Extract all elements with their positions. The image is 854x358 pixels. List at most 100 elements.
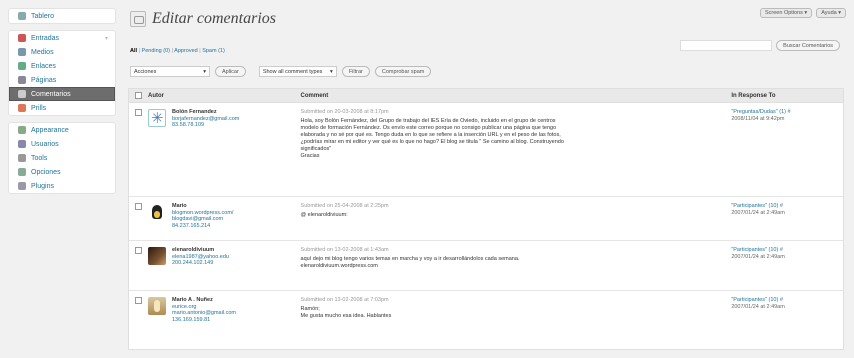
comment-date[interactable]: Submitted on 20-03-2008 at 8:17pm xyxy=(301,109,726,115)
comment-row: Bolón Fernandezborjafernandez@gmail.com8… xyxy=(129,103,843,197)
pin-icon xyxy=(18,34,26,42)
search-button[interactable]: Buscar Comentarios xyxy=(776,40,840,51)
bulk-toolbar: Acciones ▾ Aplicar Show all comment type… xyxy=(130,66,432,77)
comment-date[interactable]: Submitted on 13-02-2008 at 7:03pm xyxy=(301,297,726,303)
sidebar-item-enlaces[interactable]: Enlaces xyxy=(9,59,115,73)
page-header: Editar comentarios xyxy=(130,10,276,28)
row-checkbox[interactable] xyxy=(135,247,142,254)
avatar xyxy=(148,247,166,265)
search-box: Buscar Comentarios xyxy=(680,40,840,51)
response-column-header: In Response To xyxy=(731,92,776,99)
media-icon xyxy=(18,48,26,56)
top-buttons: Screen Options ▾ Ayuda ▾ xyxy=(760,8,846,18)
sidebar-item-label: Plugins xyxy=(31,182,54,190)
plugin-icon xyxy=(18,182,26,190)
sidebar-item-comentarios[interactable]: Comentarios xyxy=(9,87,115,101)
comment-type-select[interactable]: Show all comment types ▾ xyxy=(258,66,337,77)
screen-options-button[interactable]: Screen Options ▾ xyxy=(760,8,813,18)
filter-approved[interactable]: Approved xyxy=(174,48,198,54)
comment-date[interactable]: Submitted on 25-04-2008 at 2:25pm xyxy=(301,203,726,209)
comment-text: Ramón; Me gusta mucho esa idea. Hablante… xyxy=(300,306,392,319)
sidebar-item-medios[interactable]: Medios xyxy=(9,45,115,59)
author-email-2[interactable]: mario.antonio@gmail.com xyxy=(172,310,236,317)
sidebar-item-páginas[interactable]: Páginas xyxy=(9,73,115,87)
chevron-down-icon: ▾ xyxy=(330,68,333,75)
filter-all[interactable]: All xyxy=(130,48,137,54)
sidebar-item-label: Appearance xyxy=(31,126,69,134)
tools-icon xyxy=(18,154,26,162)
bulk-actions-label: Acciones xyxy=(134,68,157,75)
author-ip[interactable]: 84.237.165.214 xyxy=(172,223,233,230)
chevron-down-icon[interactable]: ▾ xyxy=(105,35,108,42)
sidebar-item-label: Tools xyxy=(31,154,48,162)
author-column-header: Autor xyxy=(148,92,164,99)
link-icon xyxy=(18,62,26,70)
sidebar-group: Tablero xyxy=(8,8,116,24)
settings-icon xyxy=(18,168,26,176)
comment-icon xyxy=(18,90,26,98)
sidebar-item-plugins[interactable]: Plugins xyxy=(9,179,115,193)
filter-button[interactable]: Filtrar xyxy=(341,66,370,77)
comments-page-icon xyxy=(130,11,146,27)
row-checkbox[interactable] xyxy=(135,109,142,116)
sidebar-group: Entradas ▾ Medios Enlaces Páginas Comentarios… xyxy=(8,30,116,116)
sidebar-item-label: Usuarios xyxy=(31,140,59,148)
page-icon xyxy=(18,76,26,84)
filter-pending[interactable]: Pending (0) xyxy=(142,48,170,54)
author-ip[interactable]: 136.169.159.81 xyxy=(172,317,236,324)
comment-rows: Bolón Fernandezborjafernandez@gmail.com8… xyxy=(129,103,843,349)
sidebar-item-tablero[interactable]: Tablero xyxy=(9,9,115,23)
sidebar-item-opciones[interactable]: Opciones xyxy=(9,165,115,179)
sidebar-item-label: Prills xyxy=(31,104,47,112)
bulk-actions-select[interactable]: Acciones ▾ xyxy=(130,66,210,77)
appearance-icon xyxy=(18,126,26,134)
sidebar-item-label: Tablero xyxy=(31,12,54,20)
sidebar-item-usuarios[interactable]: Usuarios xyxy=(9,137,115,151)
apply-button[interactable]: Aplicar xyxy=(215,66,246,77)
pills-icon xyxy=(18,104,26,112)
sidebar-item-appearance[interactable]: Appearance xyxy=(9,123,115,137)
sidebar-item-label: Entradas xyxy=(31,34,60,42)
comment-text: Hola, soy Bolón Fernández, del Grupo de … xyxy=(300,118,564,159)
response-date: 2007/01/24 at 2:49am xyxy=(731,209,785,216)
response-date: 2008/11/04 at 9:42pm xyxy=(731,115,785,122)
sidebar-item-label: Opciones xyxy=(31,168,61,176)
row-checkbox[interactable] xyxy=(135,203,142,210)
sidebar-item-label: Medios xyxy=(31,48,54,56)
comment-text: @ elenaroldiviuum: xyxy=(300,212,348,218)
sidebar-item-label: Páginas xyxy=(31,76,57,84)
search-input[interactable] xyxy=(680,40,773,51)
sidebar-group: Appearance Usuarios Tools Opciones Plugins xyxy=(8,122,116,194)
author-ip[interactable]: 200.244.102.149 xyxy=(172,260,229,267)
dashboard-icon xyxy=(18,12,26,20)
comment-type-label: Show all comment types xyxy=(262,68,323,75)
sidebar-item-label: Enlaces xyxy=(31,62,56,70)
help-button[interactable]: Ayuda ▾ xyxy=(816,8,846,18)
sidebar-item-label: Comentarios xyxy=(31,90,71,98)
comment-date[interactable]: Submitted on 13-02-2008 at 1:43am xyxy=(301,247,726,253)
avatar xyxy=(148,297,166,315)
comment-text: aquí dejo mi blog tengo varios temas en … xyxy=(300,256,520,269)
comment-row: Mario A . Nuñez eurice.org mario.antonio@g… xyxy=(129,291,843,349)
response-date: 2007/01/24 at 2:49am xyxy=(731,303,785,310)
page-title: Editar comentarios xyxy=(152,10,276,27)
row-checkbox[interactable] xyxy=(135,297,142,304)
comment-status-filters: All | Pending (0) | Approved | Spam (1) xyxy=(130,48,225,54)
filter-spam[interactable]: Spam (1) xyxy=(202,48,225,54)
users-icon xyxy=(18,140,26,148)
comment-row: Mario blogmon.wordpress.com/blogdavi@gmai… xyxy=(129,197,843,241)
avatar xyxy=(148,109,166,127)
check-spam-button[interactable]: Comprobar spam xyxy=(374,66,432,77)
sidebar-item-tools[interactable]: Tools xyxy=(9,151,115,165)
select-all-checkbox[interactable] xyxy=(135,92,142,99)
comment-column-header: Comment xyxy=(300,92,329,99)
admin-sidebar: Tablero Entradas ▾ Medios Enlaces Páginas Come… xyxy=(8,8,116,350)
author-ip[interactable]: 83.58.78.109 xyxy=(172,122,239,129)
sidebar-item-entradas[interactable]: Entradas ▾ xyxy=(9,31,115,45)
sidebar-item-prills[interactable]: Prills xyxy=(9,101,115,115)
table-header: Autor Comment In Response To xyxy=(129,89,843,103)
chevron-down-icon: ▾ xyxy=(203,68,206,75)
avatar xyxy=(148,203,166,221)
comment-row: elenaroldiviuum elena1987@yahoo.edu 200.24… xyxy=(129,241,843,291)
comments-table: Autor Comment In Response To Bolón Ferna… xyxy=(128,88,844,350)
